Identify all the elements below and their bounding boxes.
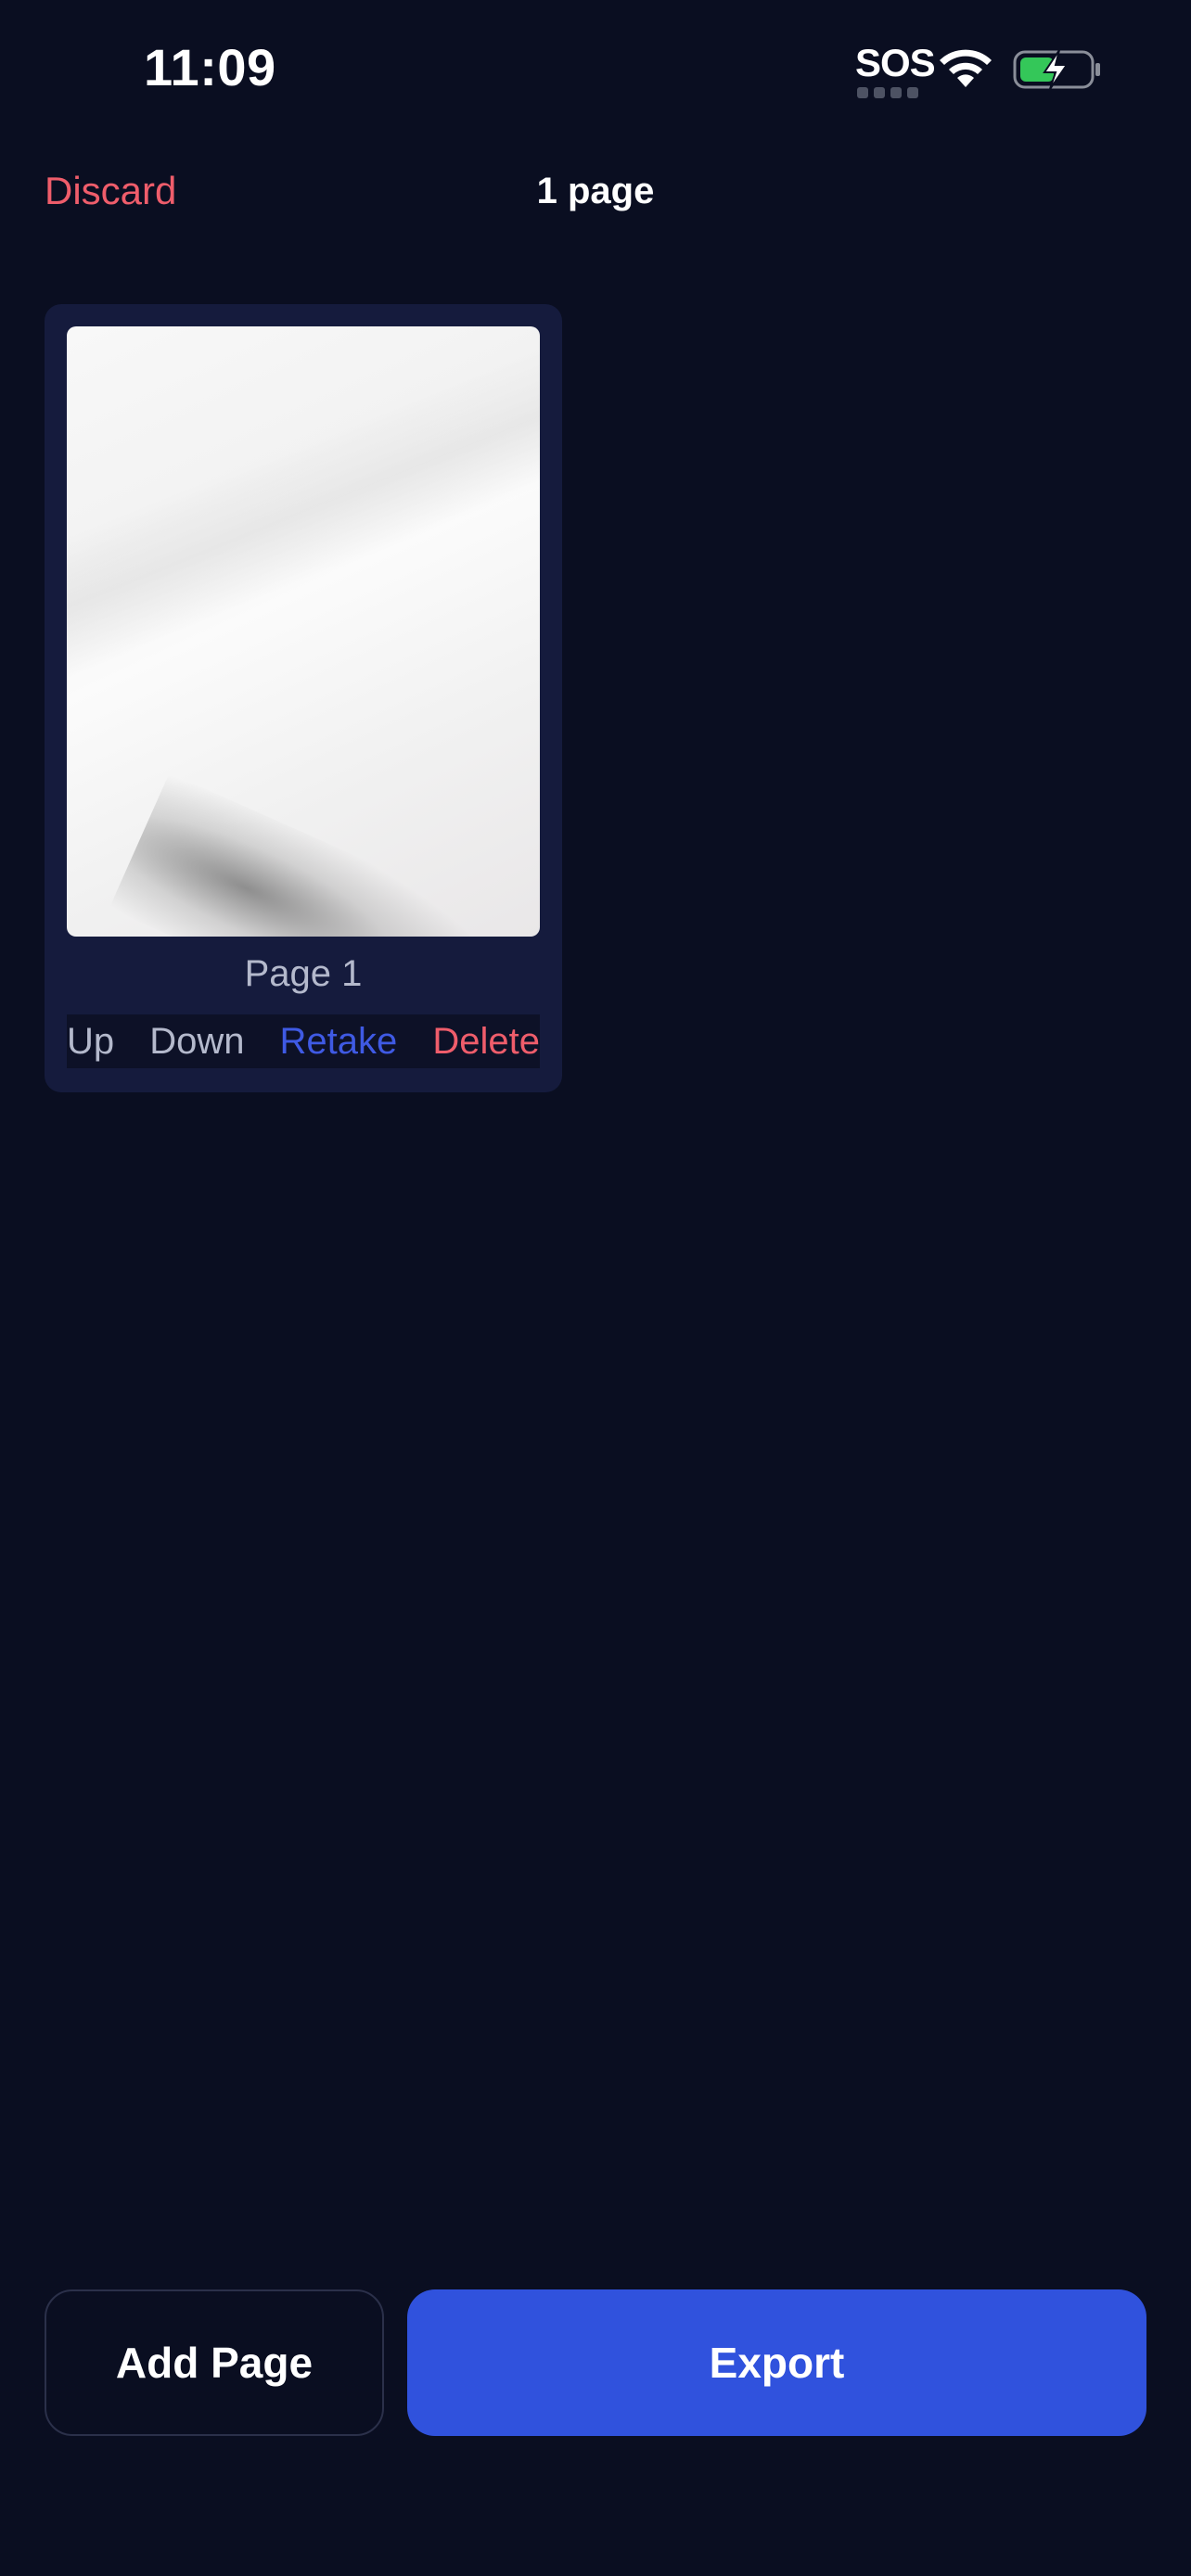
page-card: Page 1 Up Down Retake Delete xyxy=(45,304,562,1092)
retake-button[interactable]: Retake xyxy=(280,1021,398,1063)
page-count-title: 1 page xyxy=(536,171,655,211)
add-page-button[interactable]: Add Page xyxy=(45,2289,384,2436)
battery-charging-icon xyxy=(1013,49,1100,90)
document-scanner-screen: 11:09 SOS Discard 1 page Page 1 Up Down … xyxy=(0,0,1191,2576)
wifi-icon xyxy=(940,49,992,87)
status-time: 11:09 xyxy=(144,38,276,96)
page-label: Page 1 xyxy=(244,953,363,994)
page-actions: Up Down Retake Delete xyxy=(67,1014,540,1068)
sos-indicator: SOS xyxy=(855,41,936,84)
move-up-button[interactable]: Up xyxy=(67,1021,114,1063)
top-nav: Discard 1 page xyxy=(0,148,1191,241)
page-thumbnail[interactable] xyxy=(67,326,540,937)
signal-dots xyxy=(857,87,922,98)
delete-button[interactable]: Delete xyxy=(432,1021,540,1063)
move-down-button[interactable]: Down xyxy=(149,1021,244,1063)
export-button[interactable]: Export xyxy=(407,2289,1146,2436)
status-bar: 11:09 SOS xyxy=(0,0,1191,139)
